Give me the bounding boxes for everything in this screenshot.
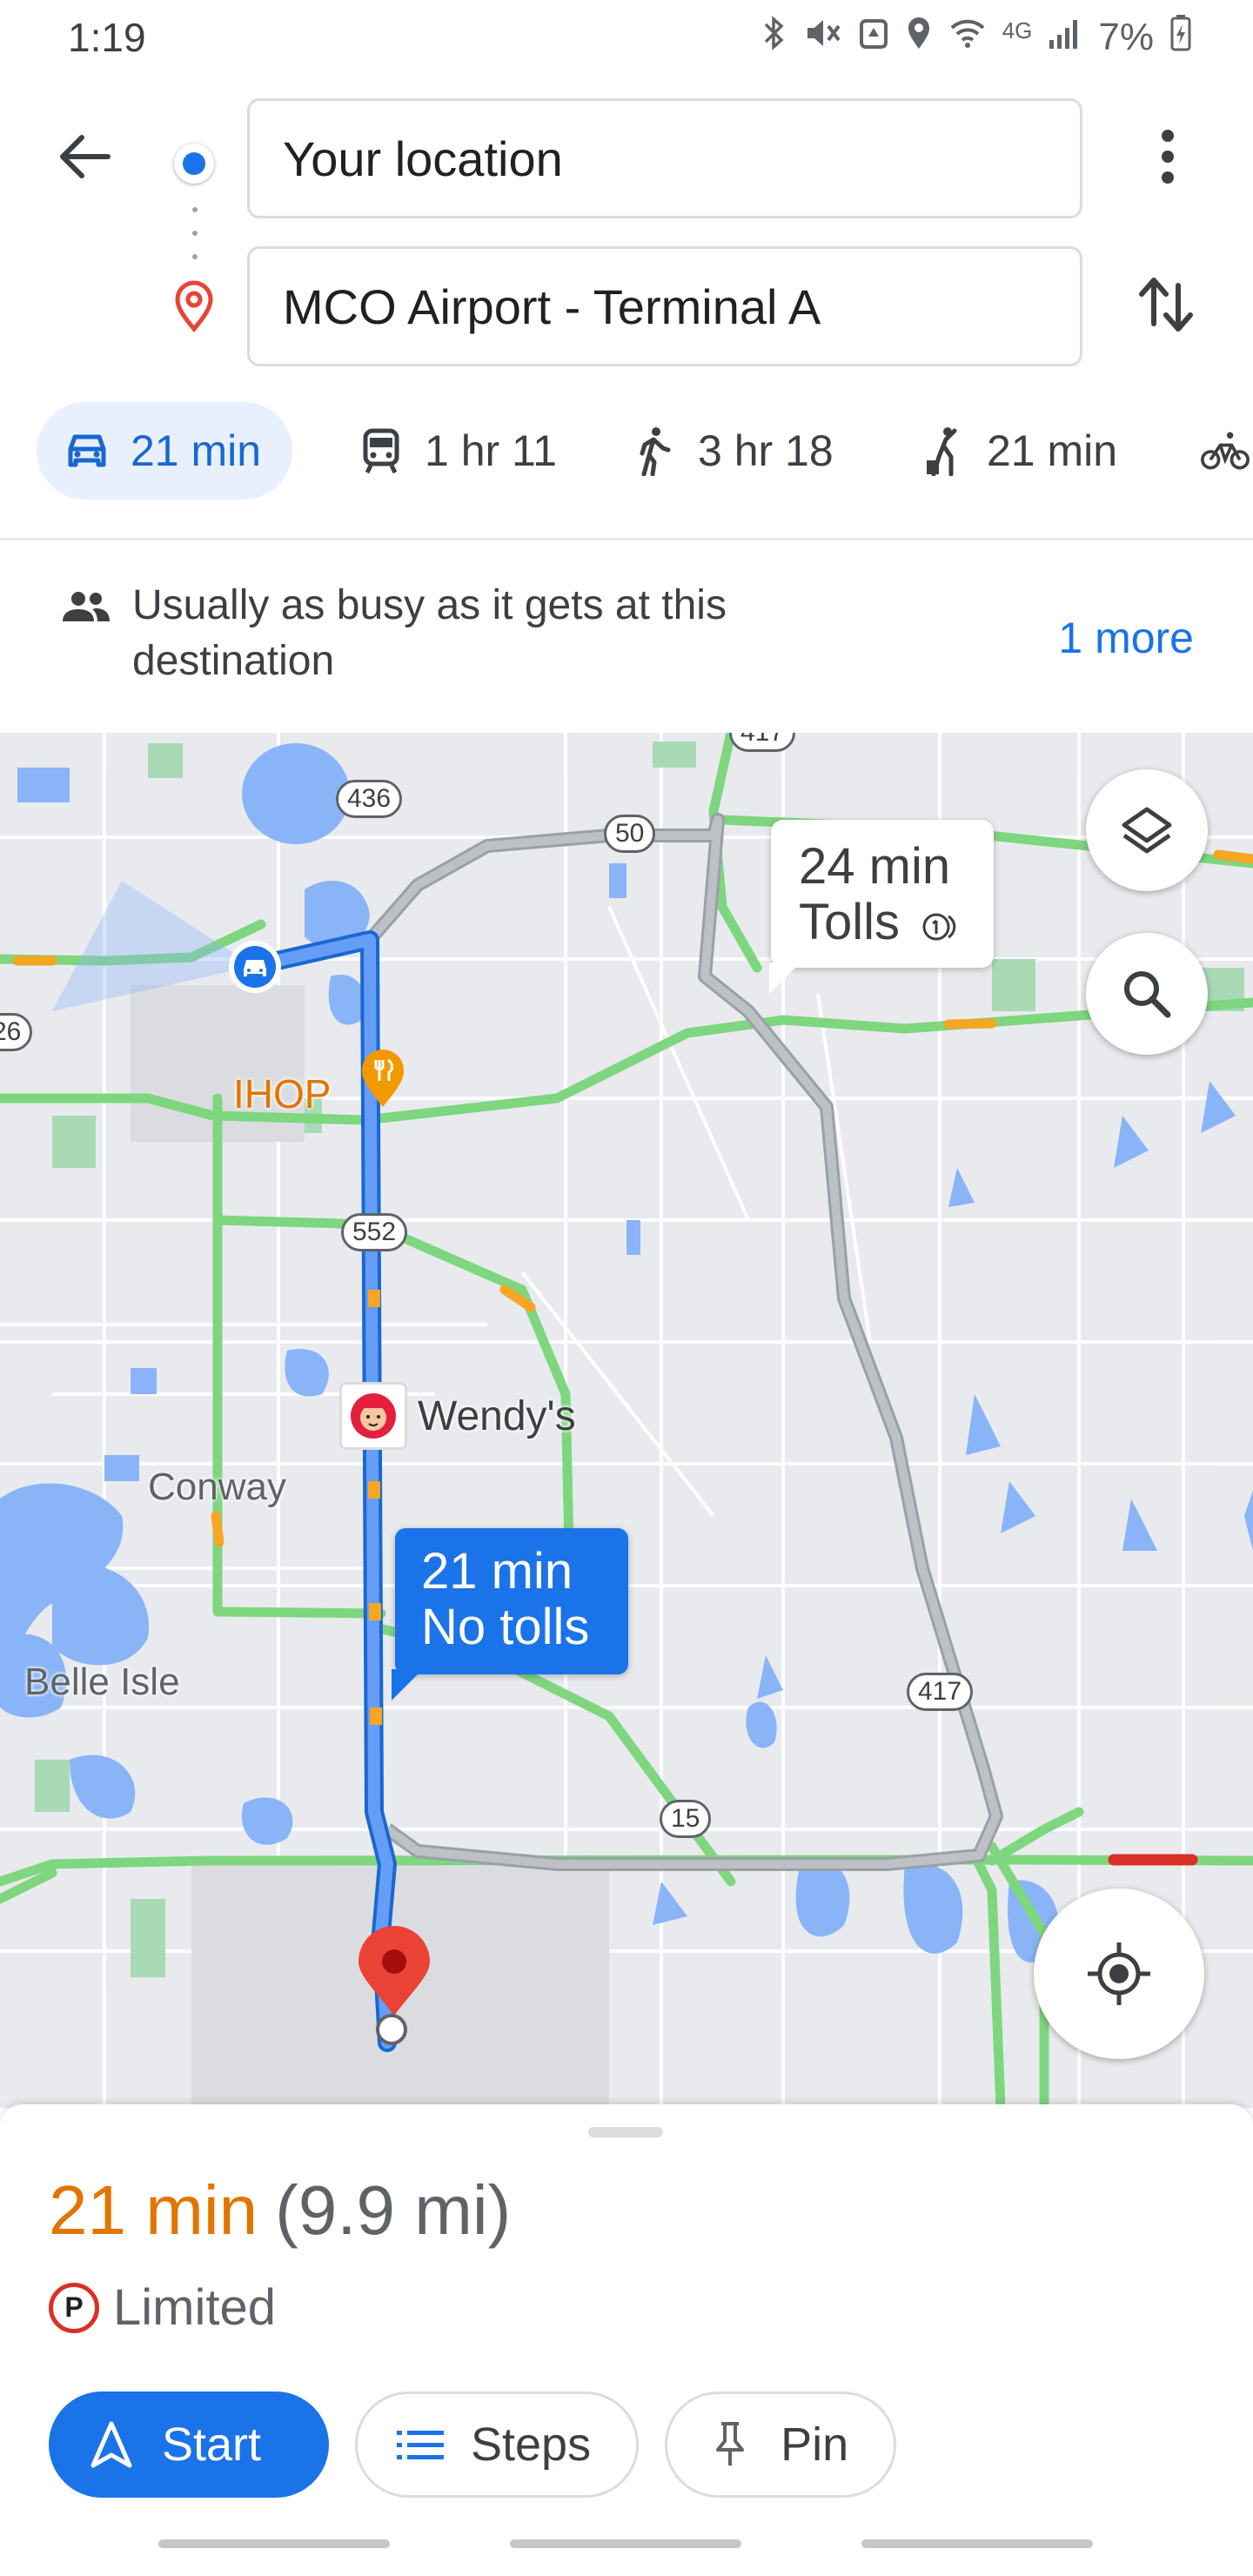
trip-actions: Start Steps Pin <box>49 2392 897 2498</box>
tab-transit[interactable]: 1 hr 11 <box>357 402 557 500</box>
trip-distance: (9.9 mi) <box>275 2171 512 2249</box>
ride-hail-icon <box>919 426 968 476</box>
eta-row: 21 min (9.9 mi) <box>49 2170 511 2251</box>
my-location-icon <box>1088 1942 1150 2005</box>
toll-info-icon <box>922 913 956 941</box>
map-base <box>0 733 1253 2108</box>
trip-summary-sheet[interactable]: 21 min (9.9 mi) P Limited Start Steps Pin <box>0 2104 1253 2576</box>
trip-duration: 21 min <box>49 2171 258 2249</box>
location-status-icon <box>905 16 933 59</box>
destination-marker-icon <box>358 1926 430 2045</box>
search-icon <box>1124 971 1171 1018</box>
parking-icon: P <box>49 2282 99 2333</box>
tab-drive[interactable]: 21 min <box>37 402 293 500</box>
road-shield-436: 436 <box>336 780 403 818</box>
route-connector-dots <box>192 207 198 259</box>
layers-button[interactable] <box>1086 769 1208 891</box>
bike-icon <box>1201 426 1250 475</box>
start-button[interactable]: Start <box>49 2392 329 2498</box>
poi-wendys-label[interactable]: Wendy's <box>418 1392 576 1440</box>
tab-drive-label: 21 min <box>131 426 262 475</box>
current-location-car-icon <box>229 941 281 993</box>
tab-transit-label: 1 hr 11 <box>425 426 557 475</box>
layers-icon <box>1122 807 1172 854</box>
parking-label: Limited <box>113 2279 276 2336</box>
swap-directions-button[interactable] <box>1131 270 1201 339</box>
pin-button[interactable]: Pin <box>665 2392 897 2498</box>
origin-dot-icon <box>174 144 214 184</box>
wifi-icon <box>948 16 987 59</box>
recenter-button[interactable] <box>1034 1888 1204 2059</box>
back-button[interactable] <box>54 126 115 187</box>
alt-route-note: Tolls <box>799 894 901 950</box>
signal-icon <box>1048 16 1082 59</box>
road-shield-417: 417 <box>907 1673 974 1711</box>
sheet-drag-handle[interactable] <box>588 2127 663 2137</box>
battery-percent: 7% <box>1098 16 1154 58</box>
start-button-label: Start <box>162 2418 262 2471</box>
people-icon <box>63 592 110 621</box>
road-shield-417-top: 417 <box>729 733 796 752</box>
road-shield-552: 552 <box>341 1213 408 1251</box>
main-route-time: 21 min <box>421 1543 573 1600</box>
busy-more-link[interactable]: 1 more <box>1058 613 1194 663</box>
restaurant-pin-icon[interactable] <box>358 1048 407 1109</box>
modes-divider <box>0 538 1253 540</box>
place-belle-isle-label: Belle Isle <box>24 1660 180 1703</box>
destination-field[interactable]: MCO Airport - Terminal A <box>247 246 1082 366</box>
main-route-note: No tolls <box>421 1599 590 1655</box>
travel-mode-tabs: 21 min 1 hr 11 3 hr 18 21 min <box>0 402 1253 505</box>
tab-ride[interactable]: 21 min <box>919 402 1117 500</box>
destination-pin-icon <box>175 280 213 332</box>
system-nav-bar <box>0 2539 1253 2552</box>
status-bar: 1:19 4G 7% <box>0 0 1253 78</box>
poi-ihop-label[interactable]: IHOP <box>233 1070 331 1117</box>
tab-walk[interactable]: 3 hr 18 <box>630 402 834 500</box>
battery-icon <box>1169 14 1192 61</box>
recycle-icon <box>858 16 889 59</box>
busy-info-row[interactable]: Usually as busy as it gets at this desti… <box>0 541 1253 733</box>
pin-button-label: Pin <box>781 2418 849 2471</box>
pin-icon <box>706 2420 754 2469</box>
alt-route-time: 24 min <box>799 838 951 895</box>
road-shield-50: 50 <box>604 815 656 853</box>
status-time: 1:19 <box>68 15 146 60</box>
status-icons: 4G 7% <box>761 14 1192 61</box>
list-icon <box>396 2420 445 2469</box>
walk-icon <box>630 426 679 476</box>
origin-field[interactable]: Your location <box>247 98 1082 218</box>
steps-button-label: Steps <box>471 2418 592 2471</box>
swap-vert-icon <box>1139 278 1193 332</box>
main-route-callout[interactable]: 21 min No tolls <box>392 1528 628 1701</box>
wendys-logo-icon[interactable] <box>339 1382 407 1450</box>
place-conway-label: Conway <box>148 1466 286 1508</box>
car-icon <box>63 426 111 475</box>
parking-row: P Limited <box>49 2278 276 2337</box>
mute-icon <box>804 16 842 59</box>
tab-walk-label: 3 hr 18 <box>698 426 834 475</box>
bluetooth-icon <box>761 16 788 59</box>
tab-ride-label: 21 min <box>987 426 1118 475</box>
back-arrow-icon <box>60 135 111 178</box>
alt-route-callout[interactable]: 24 min Tolls <box>769 820 994 994</box>
tab-bike[interactable] <box>1201 402 1253 500</box>
network-type-label: 4G <box>1002 17 1033 44</box>
train-icon <box>357 426 405 475</box>
navigation-arrow-icon <box>87 2420 136 2469</box>
more-options-button[interactable] <box>1142 126 1194 187</box>
more-vert-icon <box>1162 130 1174 142</box>
search-along-route-button[interactable] <box>1086 933 1208 1055</box>
steps-button[interactable]: Steps <box>355 2392 640 2498</box>
map-view[interactable]: 436 50 417 552 417 15 26 IHOP Wendy's Co… <box>0 733 1253 2108</box>
road-shield-15: 15 <box>660 1800 712 1838</box>
busy-info-text: Usually as busy as it gets at this desti… <box>132 582 727 684</box>
